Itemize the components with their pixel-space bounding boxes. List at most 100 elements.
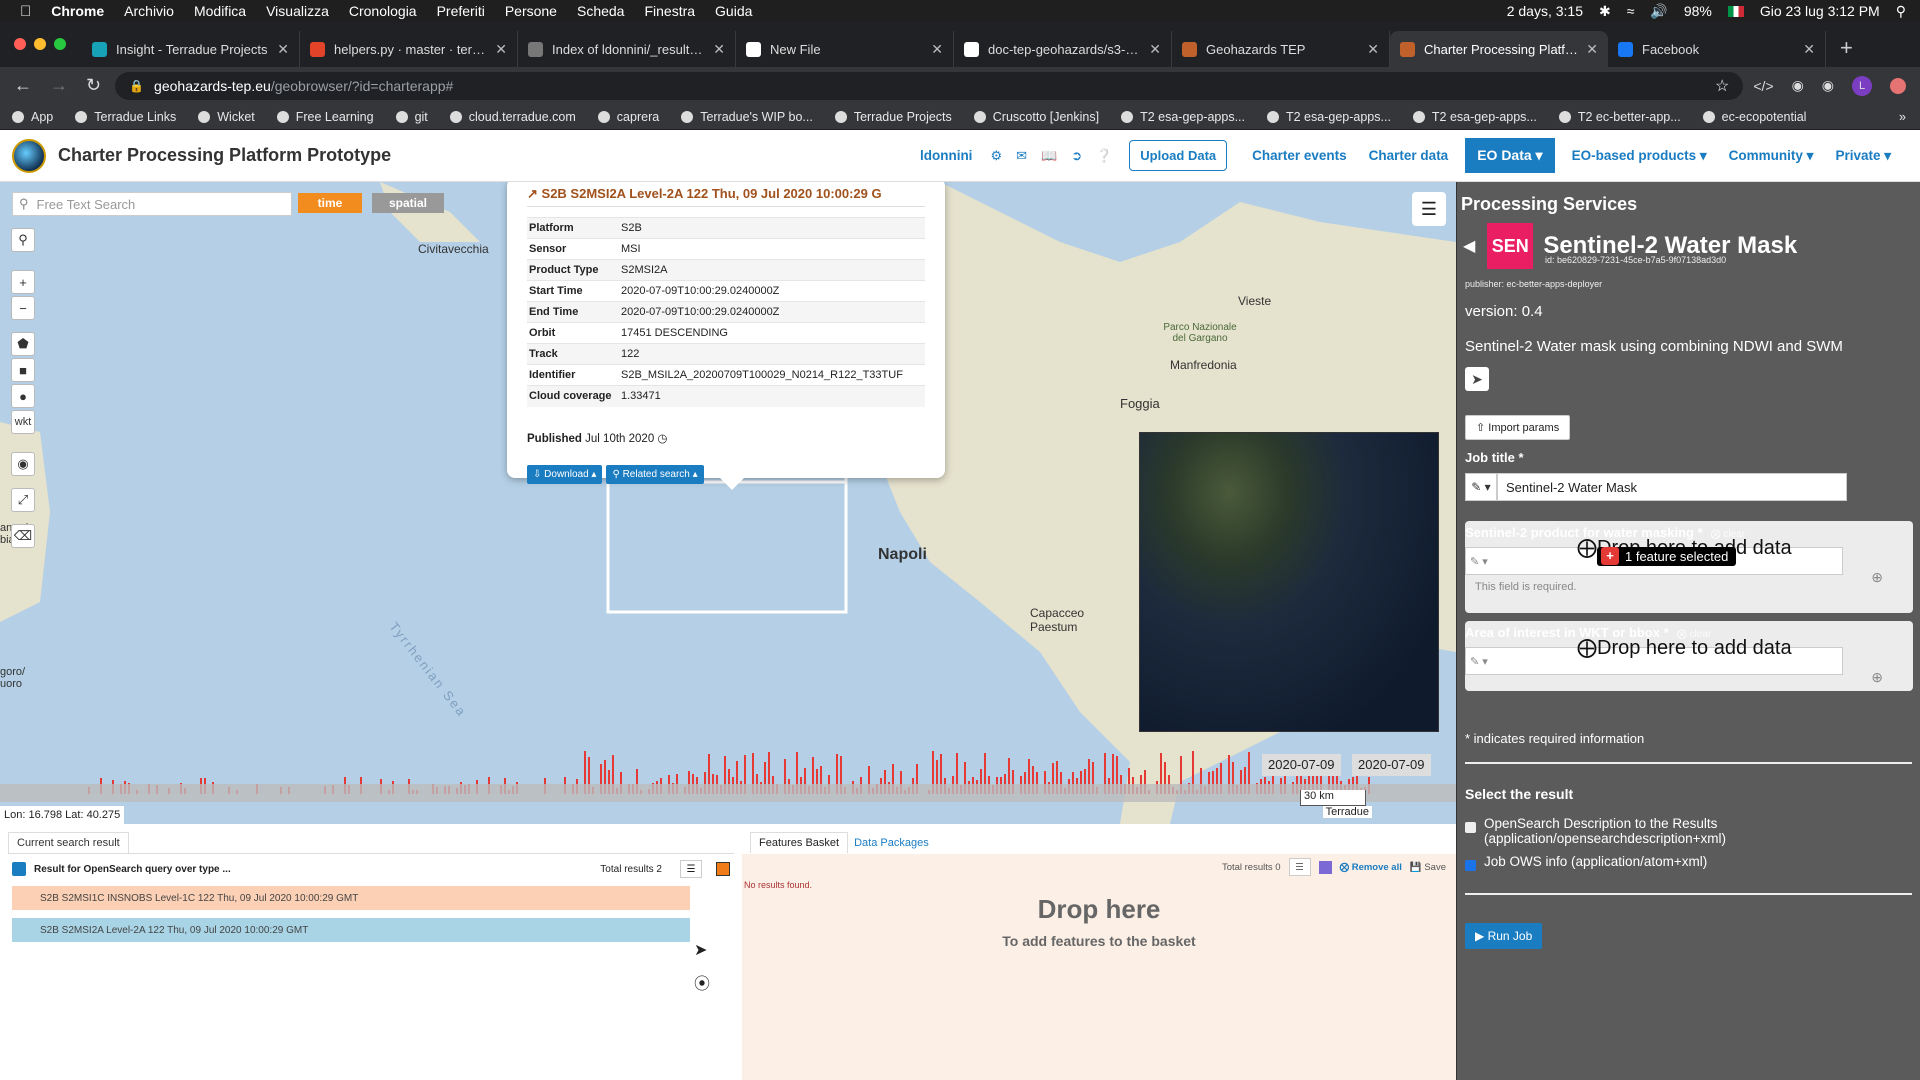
bookmark-item[interactable]: Terradue Links: [75, 110, 176, 124]
related-search-button[interactable]: ⚲ Related search ▴: [606, 464, 704, 484]
new-tab-button[interactable]: +: [1826, 35, 1867, 67]
browser-tab[interactable]: helpers.py · master · terrad ✕: [300, 31, 518, 67]
point-tool-icon[interactable]: ●: [11, 384, 35, 408]
star-icon[interactable]: ☆: [1715, 76, 1729, 96]
extension-icon[interactable]: ◉: [1792, 77, 1804, 94]
nav-charter-events[interactable]: Charter events: [1241, 148, 1358, 163]
nav-eo-data[interactable]: EO Data ▾: [1465, 138, 1555, 173]
map-attribution[interactable]: Terradue: [1322, 806, 1372, 818]
time-filter-button[interactable]: time: [298, 193, 362, 213]
code-extension-icon[interactable]: </>: [1753, 78, 1773, 94]
help-icon[interactable]: ❔: [1089, 148, 1119, 164]
popup-title[interactable]: ↗ S2B S2MSI2A Level-2A 122 Thu, 09 Jul 2…: [527, 186, 925, 207]
upload-data-button[interactable]: Upload Data: [1129, 140, 1228, 171]
basket-list-icon[interactable]: ☰: [1288, 858, 1311, 876]
nav-community[interactable]: Community ▾: [1718, 148, 1825, 164]
user-link[interactable]: ldonnini: [909, 148, 983, 163]
bluetooth-icon[interactable]: ✱: [1599, 3, 1611, 20]
option-opensearch[interactable]: OpenSearch Description to the Results (a…: [1465, 816, 1920, 846]
menu-archivio[interactable]: Archivio: [114, 3, 184, 19]
back-arrow-icon[interactable]: ◀: [1463, 236, 1475, 256]
list-view-icon[interactable]: ☰: [680, 860, 702, 878]
zoom-in-button[interactable]: +: [11, 270, 35, 294]
extension-icon-3[interactable]: [1890, 77, 1906, 94]
option-job-ows[interactable]: Job OWS info (application/atom+xml): [1465, 854, 1920, 871]
map-view[interactable]: Civitavecchia Vieste Parco Nazionale del…: [0, 182, 1456, 824]
arrow-circle-icon[interactable]: ⦿: [694, 970, 710, 994]
back-icon[interactable]: ←: [14, 75, 32, 96]
bookmark-item[interactable]: T2 ec-better-app...: [1558, 110, 1681, 124]
browser-tab[interactable]: Index of ldonnini/_results/w ✕: [518, 31, 736, 67]
menu-preferiti[interactable]: Preferiti: [427, 3, 495, 19]
nav-private[interactable]: Private ▾: [1824, 148, 1902, 164]
extension-icon-2[interactable]: ◉: [1822, 77, 1834, 94]
menu-finestra[interactable]: Finestra: [634, 3, 705, 19]
bookmark-item[interactable]: T2 esa-gep-apps...: [1412, 110, 1537, 124]
bookmark-item[interactable]: ec-ecopotential: [1702, 110, 1806, 124]
basket-color-swatch[interactable]: [1318, 860, 1332, 874]
tab-current-search-result[interactable]: Current search result: [8, 832, 129, 853]
tab-features-basket[interactable]: Features Basket: [750, 832, 849, 853]
close-tab-icon[interactable]: ✕: [1803, 41, 1815, 58]
close-tab-icon[interactable]: ✕: [1149, 41, 1161, 58]
wifi-icon[interactable]: ≈: [1627, 3, 1635, 19]
browser-tab[interactable]: Facebook ✕: [1608, 31, 1826, 67]
share-icon[interactable]: ➤: [1465, 367, 1489, 391]
menu-chrome[interactable]: Chrome: [41, 3, 114, 19]
result-row[interactable]: S2B S2MSI2A Level-2A 122 Thu, 09 Jul 202…: [12, 918, 690, 942]
menu-scheda[interactable]: Scheda: [567, 3, 634, 19]
bookmark-item[interactable]: Wicket: [198, 110, 255, 124]
profile-avatar[interactable]: L: [1852, 75, 1872, 96]
color-swatch[interactable]: [716, 862, 730, 876]
close-tab-icon[interactable]: ✕: [931, 41, 943, 58]
sentinel2-product-dropzone[interactable]: Sentinel-2 product for water masking * ⨂ …: [1465, 521, 1913, 613]
geohazards-logo[interactable]: [12, 138, 46, 173]
aoi-dropzone[interactable]: Area of interest in WKT or bbox * ⨂ clear…: [1465, 621, 1913, 691]
import-params-button[interactable]: ⇧ Import params: [1465, 415, 1571, 440]
browser-tab[interactable]: New File ✕: [736, 31, 954, 67]
timeline-slider[interactable]: [0, 784, 1456, 802]
polygon-tool-icon[interactable]: ⬟: [11, 332, 35, 356]
remove-all-button[interactable]: ⨂ Remove all: [1340, 862, 1402, 873]
bookmark-item[interactable]: cloud.terradue.com: [449, 110, 576, 124]
opensearch-checkbox[interactable]: [1465, 822, 1476, 833]
logout-icon[interactable]: ➲: [1064, 148, 1089, 164]
bookmark-item[interactable]: Terradue's WIP bo...: [681, 110, 813, 124]
free-text-search-input[interactable]: ⚲ Free Text Search: [12, 192, 292, 216]
volume-icon[interactable]: 🔊: [1650, 3, 1667, 20]
browser-tab[interactable]: Geohazards TEP ✕: [1172, 31, 1390, 67]
menu-persone[interactable]: Persone: [495, 3, 567, 19]
reload-icon[interactable]: ↻: [86, 75, 101, 96]
bookmark-item[interactable]: App: [12, 110, 53, 124]
menu-modifica[interactable]: Modifica: [184, 3, 256, 19]
wkt-tool-button[interactable]: wkt: [11, 410, 35, 434]
job-title-input[interactable]: Sentinel-2 Water Mask: [1497, 473, 1847, 501]
zoom-out-button[interactable]: −: [11, 296, 35, 320]
search-tool-icon[interactable]: ⚲: [11, 228, 35, 252]
search-icon[interactable]: ⚲: [1896, 3, 1906, 20]
close-tab-icon[interactable]: ✕: [495, 41, 507, 58]
gear-icon[interactable]: ⚙: [983, 148, 1009, 164]
result-row[interactable]: S2B S2MSI1C INSNOBS Level-1C 122 Thu, 09…: [12, 886, 690, 910]
bookmark-item[interactable]: T2 esa-gep-apps...: [1267, 110, 1391, 124]
mail-icon[interactable]: ✉: [1009, 148, 1034, 164]
bookmark-item[interactable]: git: [395, 110, 428, 124]
tab-data-packages[interactable]: Data Packages: [854, 837, 929, 849]
close-window-button[interactable]: [14, 38, 26, 50]
battery-percent[interactable]: 98%: [1684, 3, 1712, 19]
add-icon[interactable]: ⊕: [1871, 569, 1883, 586]
clock[interactable]: Gio 23 lug 3:12 PM: [1760, 3, 1880, 19]
bookmark-item[interactable]: Cruscotto [Jenkins]: [973, 110, 1099, 124]
flag-icon[interactable]: [1727, 5, 1744, 17]
arrow-right-icon[interactable]: ➤: [694, 940, 707, 960]
app-title[interactable]: Charter Processing Platform Prototype: [58, 145, 391, 166]
menu-cronologia[interactable]: Cronologia: [339, 3, 427, 19]
layers-icon[interactable]: ☰: [1412, 192, 1446, 226]
forward-icon[interactable]: →: [50, 75, 68, 96]
external-link-icon[interactable]: ↗: [527, 186, 538, 201]
eraser-tool-icon[interactable]: ⌫: [11, 524, 35, 548]
book-icon[interactable]: 📖: [1034, 148, 1064, 164]
url-field[interactable]: 🔒 geohazards-tep.eu/geobrowser/?id=chart…: [115, 71, 1744, 100]
close-tab-icon[interactable]: ✕: [713, 41, 725, 58]
menu-guida[interactable]: Guida: [705, 3, 762, 19]
